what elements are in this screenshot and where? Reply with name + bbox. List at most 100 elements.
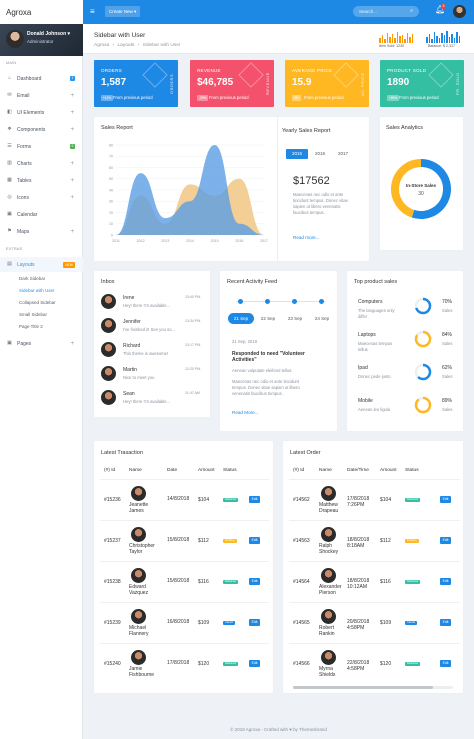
sidebar-subitem-small-sidebar[interactable]: Small Sidebar <box>19 312 47 317</box>
sidebar-item-calendar[interactable]: ▣ Calendar <box>0 207 83 222</box>
customer-avatar <box>321 568 336 583</box>
charts-icon: ▥ <box>7 160 12 166</box>
year-tab-2017[interactable]: 2017 <box>332 149 354 159</box>
edit-button[interactable]: Edit <box>249 578 260 585</box>
stat-change-badge: 0% <box>292 95 301 101</box>
edit-button[interactable]: Edit <box>249 537 260 544</box>
donut-label: In-Store Sales <box>405 183 436 188</box>
stat-background-icon <box>142 62 168 88</box>
message-preview: Hey! there I'm available... <box>123 399 171 404</box>
sidebar-item-label: Maps <box>17 228 30 235</box>
breadcrumb: Agroxa › Layouts › Sidebar with User <box>94 43 182 48</box>
inbox-message[interactable]: Martin Nice to meet you 12:20 PM <box>94 364 210 386</box>
table-row: #14566 Myrna Shields 22/8/2018 4:58PM $120 D… <box>283 645 463 685</box>
timeline-dot <box>265 299 270 304</box>
edit-button[interactable]: Edit <box>440 537 451 544</box>
year-tab-2016[interactable]: 2016 <box>309 149 331 159</box>
timeline-date-2[interactable]: 22 Sep <box>255 313 281 324</box>
year-tab-2015[interactable]: 2015 <box>286 149 308 159</box>
product-row: Mobile Aenean leo ligula 89% Sales <box>347 396 463 426</box>
horizontal-scrollbar[interactable] <box>293 686 453 689</box>
stat-background-icon <box>428 62 454 88</box>
sidebar-badge: 6 <box>70 144 75 149</box>
sender-avatar <box>101 294 116 309</box>
stat-value: $46,785 <box>197 77 234 88</box>
calendar-icon: ▣ <box>7 211 12 217</box>
timeline-date-1[interactable]: 21 Sep <box>228 313 254 324</box>
edit-button[interactable]: Edit <box>249 496 260 503</box>
customer-avatar <box>131 486 146 501</box>
sidebar-item-pages[interactable]: ▣ Pages + <box>0 336 83 351</box>
create-new-button[interactable]: Create New ▾ <box>105 6 141 17</box>
expand-icon: + <box>70 177 74 184</box>
product-percent: 62% <box>442 365 453 371</box>
sidebar-subitem-dark-sidebar[interactable]: Dark Sidebar <box>19 276 45 281</box>
activity-heading: Responded to need "Volunteer Activities" <box>232 351 305 363</box>
timeline-date-4[interactable]: 24 Sep <box>309 313 335 324</box>
column-header: Name <box>319 468 332 473</box>
donut-segment-2 <box>391 159 422 218</box>
inbox-message[interactable]: Irene Hey! there I'm available... 13:40 PM <box>94 292 210 314</box>
row-amount: $104 <box>198 497 210 503</box>
sidebar-subitem-collapsed-sidebar[interactable]: Collapsed Sidebar <box>19 300 56 305</box>
edit-button[interactable]: Edit <box>440 496 451 503</box>
inbox-title: Inbox <box>101 279 115 285</box>
user-avatar[interactable] <box>453 5 466 18</box>
user-profile[interactable]: Donald Johnson ▾ Administrator <box>0 24 83 56</box>
inbox-message[interactable]: Sean Hey! there I'm available... 11:47 AM <box>94 388 210 410</box>
edit-button[interactable]: Edit <box>440 578 451 585</box>
sidebar-item-maps[interactable]: ⚑ Maps + <box>0 224 83 239</box>
column-header: Amount <box>198 468 215 473</box>
activity-subtext: Aenean vulputate eleifend tellus. <box>232 368 293 373</box>
hamburger-menu-icon[interactable]: ≡ <box>90 8 95 16</box>
row-amount: $112 <box>198 538 209 544</box>
sender-name: Martin <box>123 367 137 373</box>
sidebar-item-dashboard[interactable]: ⌂ Dashboard 1 <box>0 71 83 86</box>
sidebar-item-layouts[interactable]: ▤ Layouts NEW <box>0 257 83 272</box>
stat-vertical-label: ORDERS <box>169 73 174 95</box>
edit-button[interactable]: Edit <box>440 619 451 626</box>
brand-logo[interactable]: Agroxa <box>0 0 83 24</box>
sidebar-subitem-page-title-2[interactable]: Page Title 2 <box>19 324 43 329</box>
yearly-read-more-link[interactable]: Read more... <box>293 235 320 240</box>
sidebar-item-email[interactable]: ✉ Email + <box>0 88 83 103</box>
timeline-date-3[interactable]: 23 Sep <box>282 313 308 324</box>
x-tick-label: 2013 <box>161 239 169 243</box>
edit-button[interactable]: Edit <box>249 660 260 667</box>
sidebar-item-icons[interactable]: ◎ Icons + <box>0 190 83 205</box>
activity-read-more-link[interactable]: Read More... <box>232 410 259 415</box>
profile-avatar <box>6 30 24 48</box>
customer-avatar <box>131 568 146 583</box>
new-badge: NEW <box>63 261 75 268</box>
breadcrumb-layouts[interactable]: Layouts <box>118 43 135 48</box>
row-date: 15/8/2018 <box>167 578 190 584</box>
product-progress-ring <box>414 297 432 315</box>
search-input[interactable]: Search... ⌕ <box>353 6 419 17</box>
row-divider <box>100 643 269 644</box>
stat-vertical-label: PR. SOLD <box>455 72 460 96</box>
edit-button[interactable]: Edit <box>440 660 451 667</box>
breadcrumb-separator: › <box>137 43 140 48</box>
product-name: Ipad <box>358 365 368 371</box>
sidebar-item-forms[interactable]: ☰ Forms 6 <box>0 139 83 154</box>
scrollbar-thumb[interactable] <box>293 686 433 689</box>
row-date: 17/8/2018 7:26PM <box>347 496 370 508</box>
section-main: MAIN <box>6 61 17 65</box>
message-preview: This theme is awesome! <box>123 351 169 356</box>
inbox-message[interactable]: Jennifer I've finished it! See you so... 1… <box>94 316 210 338</box>
breadcrumb-home[interactable]: Agroxa <box>94 43 109 48</box>
sidebar-item-ui-elements[interactable]: ◧ UI Elements + <box>0 105 83 120</box>
table-row: #14562 Matthew Drapeau 17/8/2018 7:26PM $10… <box>283 481 463 521</box>
product-progress-ring <box>414 396 432 414</box>
sidebar-item-charts[interactable]: ▥ Charts + <box>0 156 83 171</box>
product-progress-ring <box>414 330 432 348</box>
sidebar-item-tables[interactable]: ▦ Tables + <box>0 173 83 188</box>
edit-button[interactable]: Edit <box>249 619 260 626</box>
expand-icon: + <box>70 228 74 235</box>
sales-donut-chart <box>391 159 451 219</box>
sidebar-subitem-sidebar-with-user[interactable]: Sidebar with User <box>19 288 55 293</box>
sidebar-item-components[interactable]: ❖ Components + <box>0 122 83 137</box>
inbox-message[interactable]: Richard This theme is awesome! 13:17 PM <box>94 340 210 362</box>
sender-name: Sean <box>123 391 135 397</box>
profile-name[interactable]: Donald Johnson ▾ <box>27 31 70 37</box>
